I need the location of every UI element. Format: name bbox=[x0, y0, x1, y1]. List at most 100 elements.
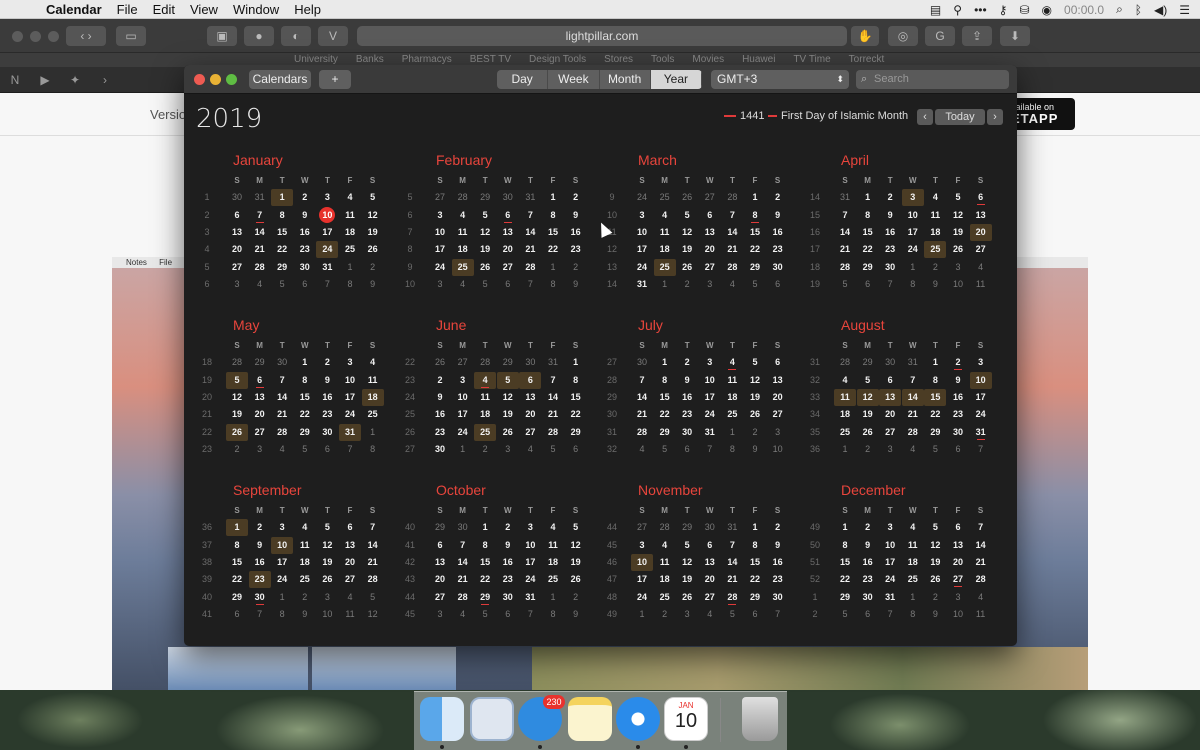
day-cell[interactable]: 13 bbox=[226, 224, 248, 241]
day-cell[interactable]: 22 bbox=[542, 241, 564, 258]
day-cell[interactable]: 3 bbox=[631, 537, 653, 554]
day-cell[interactable]: 9 bbox=[857, 537, 879, 554]
day-cell[interactable]: 14 bbox=[721, 554, 743, 571]
day-cell[interactable]: 30 bbox=[497, 589, 519, 606]
day-cell[interactable]: 19 bbox=[497, 406, 519, 423]
day-cell[interactable]: 2 bbox=[429, 372, 451, 389]
day-cell[interactable]: 30 bbox=[947, 424, 969, 441]
day-cell[interactable]: 20 bbox=[497, 241, 519, 258]
day-cell[interactable]: 6 bbox=[429, 537, 451, 554]
youtube-tab-icon[interactable]: ▶ bbox=[34, 70, 56, 90]
day-cell[interactable]: 28 bbox=[249, 259, 271, 276]
day-cell[interactable]: 20 bbox=[879, 406, 901, 423]
day-cell[interactable]: 20 bbox=[429, 571, 451, 588]
day-cell[interactable]: 3 bbox=[699, 276, 721, 293]
netflix-tab-icon[interactable]: N bbox=[4, 70, 26, 90]
day-cell[interactable]: 22 bbox=[857, 241, 879, 258]
day-cell[interactable]: 12 bbox=[316, 537, 338, 554]
day-cell[interactable]: 18 bbox=[452, 241, 474, 258]
day-cell[interactable]: 2 bbox=[767, 519, 789, 536]
day-cell[interactable]: 28 bbox=[970, 571, 992, 588]
day-cell[interactable]: 29 bbox=[249, 354, 271, 371]
day-cell[interactable]: 8 bbox=[565, 372, 587, 389]
day-cell[interactable]: 15 bbox=[542, 224, 564, 241]
day-cell[interactable]: 28 bbox=[452, 189, 474, 206]
day-cell[interactable]: 18 bbox=[902, 554, 924, 571]
day-cell[interactable]: 31 bbox=[542, 354, 564, 371]
day-cell[interactable]: 7 bbox=[970, 441, 992, 458]
day-cell[interactable]: 12 bbox=[565, 537, 587, 554]
day-cell[interactable]: 20 bbox=[699, 571, 721, 588]
day-cell[interactable]: 4 bbox=[452, 606, 474, 623]
day-cell[interactable]: 15 bbox=[834, 554, 856, 571]
day-cell[interactable]: 25 bbox=[542, 571, 564, 588]
day-cell[interactable]: 22 bbox=[271, 241, 293, 258]
day-cell[interactable]: 17 bbox=[452, 406, 474, 423]
day-cell[interactable]: 19 bbox=[316, 554, 338, 571]
day-cell[interactable]: 2 bbox=[565, 189, 587, 206]
day-cell[interactable]: 25 bbox=[294, 571, 316, 588]
day-cell[interactable]: 20 bbox=[947, 554, 969, 571]
day-cell[interactable]: 19 bbox=[474, 241, 496, 258]
day-cell[interactable]: 20 bbox=[226, 241, 248, 258]
volume-icon[interactable]: ◀) bbox=[1154, 3, 1167, 17]
day-cell[interactable]: 16 bbox=[429, 406, 451, 423]
day-cell[interactable]: 14 bbox=[901, 388, 924, 406]
day-cell[interactable]: 9 bbox=[316, 372, 338, 389]
grammar-icon[interactable]: G bbox=[925, 26, 955, 46]
month-name[interactable]: September bbox=[233, 482, 301, 498]
day-cell[interactable]: 22 bbox=[226, 571, 248, 588]
day-cell[interactable]: 3 bbox=[316, 189, 338, 206]
day-cell[interactable]: 21 bbox=[834, 241, 856, 258]
day-cell[interactable]: 14 bbox=[834, 224, 856, 241]
day-cell[interactable]: 25 bbox=[474, 423, 497, 441]
day-cell[interactable]: 1 bbox=[294, 354, 316, 371]
day-cell[interactable]: 7 bbox=[362, 519, 384, 536]
day-cell[interactable]: 18 bbox=[339, 224, 361, 241]
day-cell[interactable]: 3 bbox=[429, 276, 451, 293]
day-cell[interactable]: 24 bbox=[879, 571, 901, 588]
day-cell[interactable]: 24 bbox=[519, 571, 541, 588]
day-cell[interactable]: 31 bbox=[970, 424, 992, 441]
day-cell[interactable]: 3 bbox=[699, 354, 721, 371]
day-cell[interactable]: 5 bbox=[362, 189, 384, 206]
day-cell[interactable]: 18 bbox=[474, 406, 496, 423]
day-cell[interactable]: 12 bbox=[676, 554, 698, 571]
previous-year-button[interactable]: ‹ bbox=[917, 109, 933, 125]
day-cell[interactable]: 14 bbox=[271, 389, 293, 406]
day-cell[interactable]: 3 bbox=[767, 424, 789, 441]
day-cell[interactable]: 25 bbox=[924, 241, 947, 259]
day-cell[interactable]: 27 bbox=[452, 354, 474, 371]
day-cell[interactable]: 9 bbox=[362, 276, 384, 293]
day-cell[interactable]: 27 bbox=[699, 589, 721, 606]
day-cell[interactable]: 13 bbox=[947, 537, 969, 554]
tab-week[interactable]: Week bbox=[548, 70, 600, 89]
day-cell[interactable]: 5 bbox=[676, 537, 698, 554]
day-cell[interactable]: 11 bbox=[474, 389, 496, 406]
day-cell[interactable]: 12 bbox=[947, 207, 969, 224]
day-cell[interactable]: 10 bbox=[699, 372, 721, 389]
day-cell[interactable]: 8 bbox=[902, 276, 924, 293]
month-name[interactable]: March bbox=[638, 152, 677, 168]
day-cell[interactable]: 9 bbox=[879, 207, 901, 224]
day-cell[interactable]: 9 bbox=[924, 276, 946, 293]
day-cell[interactable]: 20 bbox=[969, 223, 992, 241]
day-cell[interactable]: 26 bbox=[362, 241, 384, 258]
day-cell[interactable]: 26 bbox=[565, 571, 587, 588]
day-cell[interactable]: 1 bbox=[744, 189, 766, 206]
day-cell[interactable]: 16 bbox=[767, 224, 789, 241]
day-cell[interactable]: 7 bbox=[721, 207, 743, 224]
day-cell[interactable]: 16 bbox=[767, 554, 789, 571]
day-cell[interactable]: 13 bbox=[970, 207, 992, 224]
day-cell[interactable]: 13 bbox=[767, 372, 789, 389]
day-cell[interactable]: 30 bbox=[271, 354, 293, 371]
day-cell[interactable]: 27 bbox=[699, 189, 721, 206]
day-cell[interactable]: 8 bbox=[924, 372, 946, 389]
day-cell[interactable]: 7 bbox=[631, 372, 653, 389]
day-cell[interactable]: 14 bbox=[970, 537, 992, 554]
day-cell[interactable]: 2 bbox=[474, 441, 496, 458]
day-cell[interactable]: 3 bbox=[429, 207, 451, 224]
day-cell[interactable]: 11 bbox=[970, 276, 992, 293]
day-cell[interactable]: 1 bbox=[542, 189, 564, 206]
day-cell[interactable]: 3 bbox=[970, 354, 992, 371]
